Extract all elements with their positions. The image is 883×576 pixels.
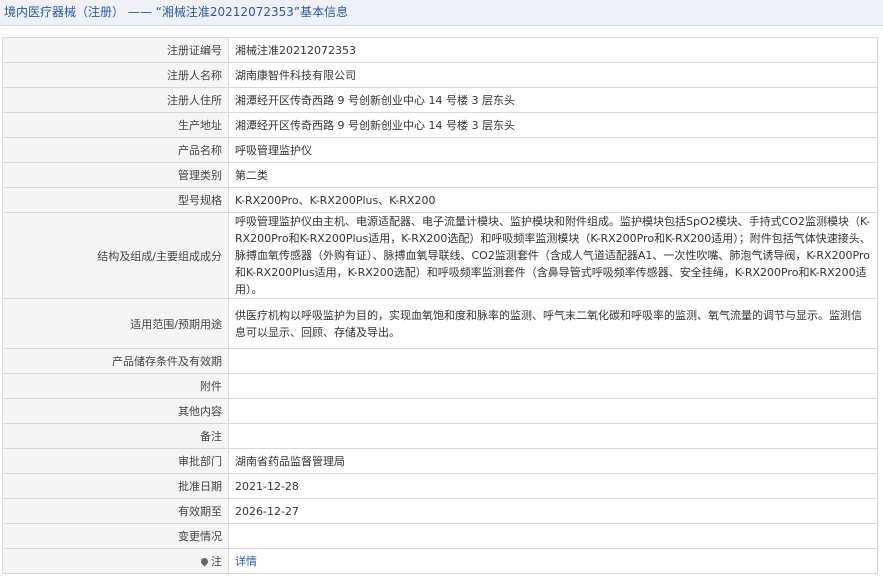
table-row: 注册证编号 湘械注准20212072353	[2, 37, 878, 63]
table-row: 管理类别 第二类	[2, 162, 878, 188]
table-row: 附件	[2, 373, 878, 399]
row-value: 湖南省药品监督管理局	[228, 448, 878, 474]
row-value: 2026-12-27	[228, 498, 878, 524]
row-value	[228, 373, 878, 399]
row-value: 湖南康智件科技有限公司	[228, 62, 878, 88]
row-label: 适用范围/预期用途	[2, 298, 229, 349]
table-row: 产品名称 呼吸管理监护仪	[2, 137, 878, 163]
row-label: 产品储存条件及有效期	[2, 348, 229, 374]
row-value: K-RX200Pro、K-RX200Plus、K-RX200	[228, 187, 878, 213]
row-value: 湘潭经开区传奇西路 9 号创新创业中心 14 号楼 3 层东头	[228, 112, 878, 138]
table-row: 注册人住所 湘潭经开区传奇西路 9 号创新创业中心 14 号楼 3 层东头	[2, 87, 878, 113]
table-row: 有效期至 2026-12-27	[2, 498, 878, 524]
row-value-note: 详情	[228, 548, 878, 574]
table-row: 适用范围/预期用途 供医疗机构以呼吸监护为目的，实现血氧饱和度和脉率的监测、呼气末…	[2, 298, 878, 349]
row-value: 呼吸管理监护仪	[228, 137, 878, 163]
table-row: 结构及组成/主要组成成分 呼吸管理监护仪由主机、电源适配器、电子流量计模块、监护模…	[2, 212, 878, 299]
page-header: 境内医疗器械（注册） —— “湘械注准20212072353”基本信息	[0, 0, 883, 26]
table-row: 注册人名称 湖南康智件科技有限公司	[2, 62, 878, 88]
breadcrumb-root[interactable]: 境内医疗器械（注册）	[4, 5, 124, 19]
row-value: 湘潭经开区传奇西路 9 号创新创业中心 14 号楼 3 层东头	[228, 87, 878, 113]
table-row: 生产地址 湘潭经开区传奇西路 9 号创新创业中心 14 号楼 3 层东头	[2, 112, 878, 138]
page-title: “湘械注准20212072353”基本信息	[155, 5, 349, 19]
row-value	[228, 348, 878, 374]
location-pin-icon	[199, 556, 210, 567]
row-label-note: 注	[2, 548, 229, 574]
table-row: 变更情况	[2, 523, 878, 549]
row-label: 注册人名称	[2, 62, 229, 88]
table-row: 产品储存条件及有效期	[2, 348, 878, 374]
row-value: 供医疗机构以呼吸监护为目的，实现血氧饱和度和脉率的监测、呼气末二氧化碳和呼吸率的…	[228, 298, 878, 349]
row-value	[228, 423, 878, 449]
row-label: 审批部门	[2, 448, 229, 474]
info-table-body: 注册证编号 湘械注准20212072353 注册人名称 湖南康智件科技有限公司 注册人住…	[2, 37, 878, 574]
table-row: 其他内容	[2, 398, 878, 424]
row-label: 生产地址	[2, 112, 229, 138]
row-label: 附件	[2, 373, 229, 399]
row-value: 2021-12-28	[228, 473, 878, 499]
row-label: 批准日期	[2, 473, 229, 499]
row-label: 注册人住所	[2, 87, 229, 113]
table-row: 批准日期 2021-12-28	[2, 473, 878, 499]
row-label: 有效期至	[2, 498, 229, 524]
row-value: 湘械注准20212072353	[228, 37, 878, 63]
table-row-note: 注详情	[2, 548, 878, 574]
table-row: 型号规格 K-RX200Pro、K-RX200Plus、K-RX200	[2, 187, 878, 213]
table-row: 备注	[2, 423, 878, 449]
row-value: 第二类	[228, 162, 878, 188]
row-value: 呼吸管理监护仪由主机、电源适配器、电子流量计模块、监护模块和附件组成。监护模块包…	[228, 212, 878, 299]
note-label: 注	[211, 555, 222, 568]
table-row: 审批部门 湖南省药品监督管理局	[2, 448, 878, 474]
info-table-wrapper: 注册证编号 湘械注准20212072353 注册人名称 湖南康智件科技有限公司 注册人住…	[2, 37, 878, 574]
row-label: 其他内容	[2, 398, 229, 424]
info-table: 注册证编号 湘械注准20212072353 注册人名称 湖南康智件科技有限公司 注册人住…	[2, 37, 878, 574]
row-label: 管理类别	[2, 162, 229, 188]
row-label: 注册证编号	[2, 37, 229, 63]
row-value	[228, 523, 878, 549]
row-label: 结构及组成/主要组成成分	[2, 212, 229, 299]
row-label: 变更情况	[2, 523, 229, 549]
details-link[interactable]: 详情	[235, 555, 257, 568]
breadcrumb-separator: ——	[127, 5, 152, 19]
row-label: 产品名称	[2, 137, 229, 163]
row-label: 备注	[2, 423, 229, 449]
row-label: 型号规格	[2, 187, 229, 213]
row-value	[228, 398, 878, 424]
